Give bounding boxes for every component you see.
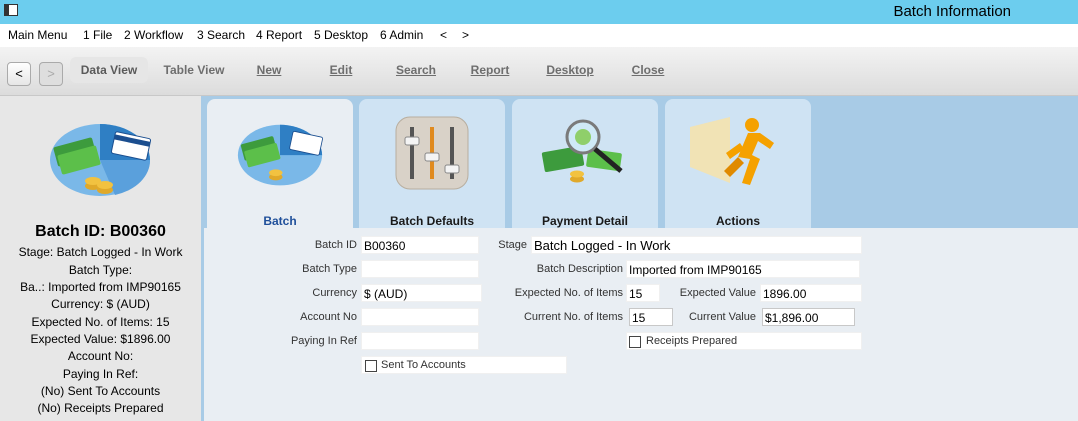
expected-items-field[interactable]: 15 (626, 284, 660, 302)
current-value-field[interactable]: $1,896.00 (762, 308, 855, 326)
toolbar: < > Data View Table View New Edit Search… (0, 47, 1078, 96)
current-value-label: Current Value (688, 311, 756, 323)
tab-batch-defaults-label: Batch Defaults (389, 214, 475, 228)
tab-payment-detail[interactable]: Payment Detail (512, 99, 658, 228)
running-man-icon (690, 117, 774, 185)
edit-button[interactable]: Edit (319, 57, 363, 83)
search-button[interactable]: Search (388, 57, 444, 83)
account-no-field[interactable] (361, 308, 479, 326)
currency-field[interactable]: $ (AUD) (361, 284, 482, 302)
stage-field[interactable]: Batch Logged - In Work (531, 236, 862, 254)
batch-description-label: Batch Description (536, 263, 623, 275)
account-no-label: Account No (300, 311, 357, 323)
app-icon[interactable] (4, 4, 18, 16)
summary-line-expected-items: Expected No. of Items: 15 (31, 315, 170, 329)
desktop-button[interactable]: Desktop (538, 57, 602, 83)
summary-line-description: Ba..: Imported from IMP90165 (20, 280, 181, 294)
expected-value-field[interactable]: 1896.00 (760, 284, 862, 302)
menu-scroll-left[interactable]: < (440, 28, 447, 42)
batch-id-label: Batch ID (314, 239, 357, 251)
expected-items-label: Expected No. of Items (514, 287, 623, 299)
summary-line-paying-in-ref: Paying In Ref: (62, 367, 139, 381)
tab-batch[interactable]: Batch (207, 99, 353, 228)
menu-scroll-right[interactable]: > (462, 28, 469, 42)
paying-in-ref-field[interactable] (361, 332, 479, 350)
menu-report[interactable]: 4 Report (256, 28, 302, 42)
current-items-label: Current No. of Items (523, 311, 623, 323)
summary-line-account-no: Account No: (67, 349, 134, 363)
sliders-icon (395, 116, 469, 190)
stage-label: Stage (498, 239, 527, 251)
window-title: Batch Information (893, 3, 1011, 20)
tab-batch-label: Batch (263, 214, 297, 228)
new-button[interactable]: New (246, 57, 292, 83)
tab-actions[interactable]: Actions (665, 99, 811, 228)
batch-id-field[interactable]: B00360 (361, 236, 479, 254)
report-button[interactable]: Report (462, 57, 518, 83)
batch-type-label: Batch Type (302, 263, 357, 275)
receipts-prepared-checkbox[interactable] (629, 336, 641, 348)
summary-line-currency: Currency: $ (AUD) (51, 297, 150, 311)
sent-to-accounts-checkbox[interactable] (365, 360, 377, 372)
table-view-button[interactable]: Table View (156, 57, 232, 83)
tab-actions-label: Actions (715, 214, 760, 228)
menu-file[interactable]: 1 File (83, 28, 112, 42)
current-items-field[interactable]: 15 (629, 308, 673, 326)
currency-label: Currency (312, 287, 357, 299)
money-pie-icon (50, 124, 152, 196)
summary-title: Batch ID: B00360 (35, 223, 166, 240)
back-button[interactable]: < (7, 62, 31, 86)
menu-workflow[interactable]: 2 Workflow (124, 28, 183, 42)
data-view-button[interactable]: Data View (70, 57, 148, 83)
title-bar: Batch Information (0, 0, 1078, 24)
summary-line-receipts-prepared: (No) Receipts Prepared (37, 401, 164, 415)
menu-admin[interactable]: 6 Admin (380, 28, 423, 42)
batch-type-field[interactable] (361, 260, 479, 278)
summary-line-batch-type: Batch Type: (68, 263, 133, 277)
menu-bar: Main Menu 1 File 2 Workflow 3 Search 4 R… (0, 24, 1078, 47)
sent-to-accounts-label: Sent To Accounts (381, 359, 466, 371)
menu-search[interactable]: 3 Search (197, 28, 245, 42)
expected-value-label: Expected Value (679, 287, 756, 299)
tab-batch-defaults[interactable]: Batch Defaults (359, 99, 505, 228)
summary-line-stage: Stage: Batch Logged - In Work (18, 245, 183, 259)
money-pie-icon (237, 124, 323, 186)
forward-button[interactable]: > (39, 62, 63, 86)
magnifier-money-icon (541, 119, 623, 183)
close-button[interactable]: Close (624, 57, 672, 83)
paying-in-ref-label: Paying In Ref (290, 335, 357, 347)
summary-line-sent-to-accounts: (No) Sent To Accounts (40, 384, 161, 398)
menu-main-menu[interactable]: Main Menu (8, 28, 67, 42)
receipts-prepared-label: Receipts Prepared (646, 335, 738, 347)
tab-payment-detail-label: Payment Detail (541, 214, 629, 228)
menu-desktop[interactable]: 5 Desktop (314, 28, 368, 42)
batch-description-field[interactable]: Imported from IMP90165 (626, 260, 860, 278)
summary-line-expected-value: Expected Value: $1896.00 (30, 332, 171, 346)
